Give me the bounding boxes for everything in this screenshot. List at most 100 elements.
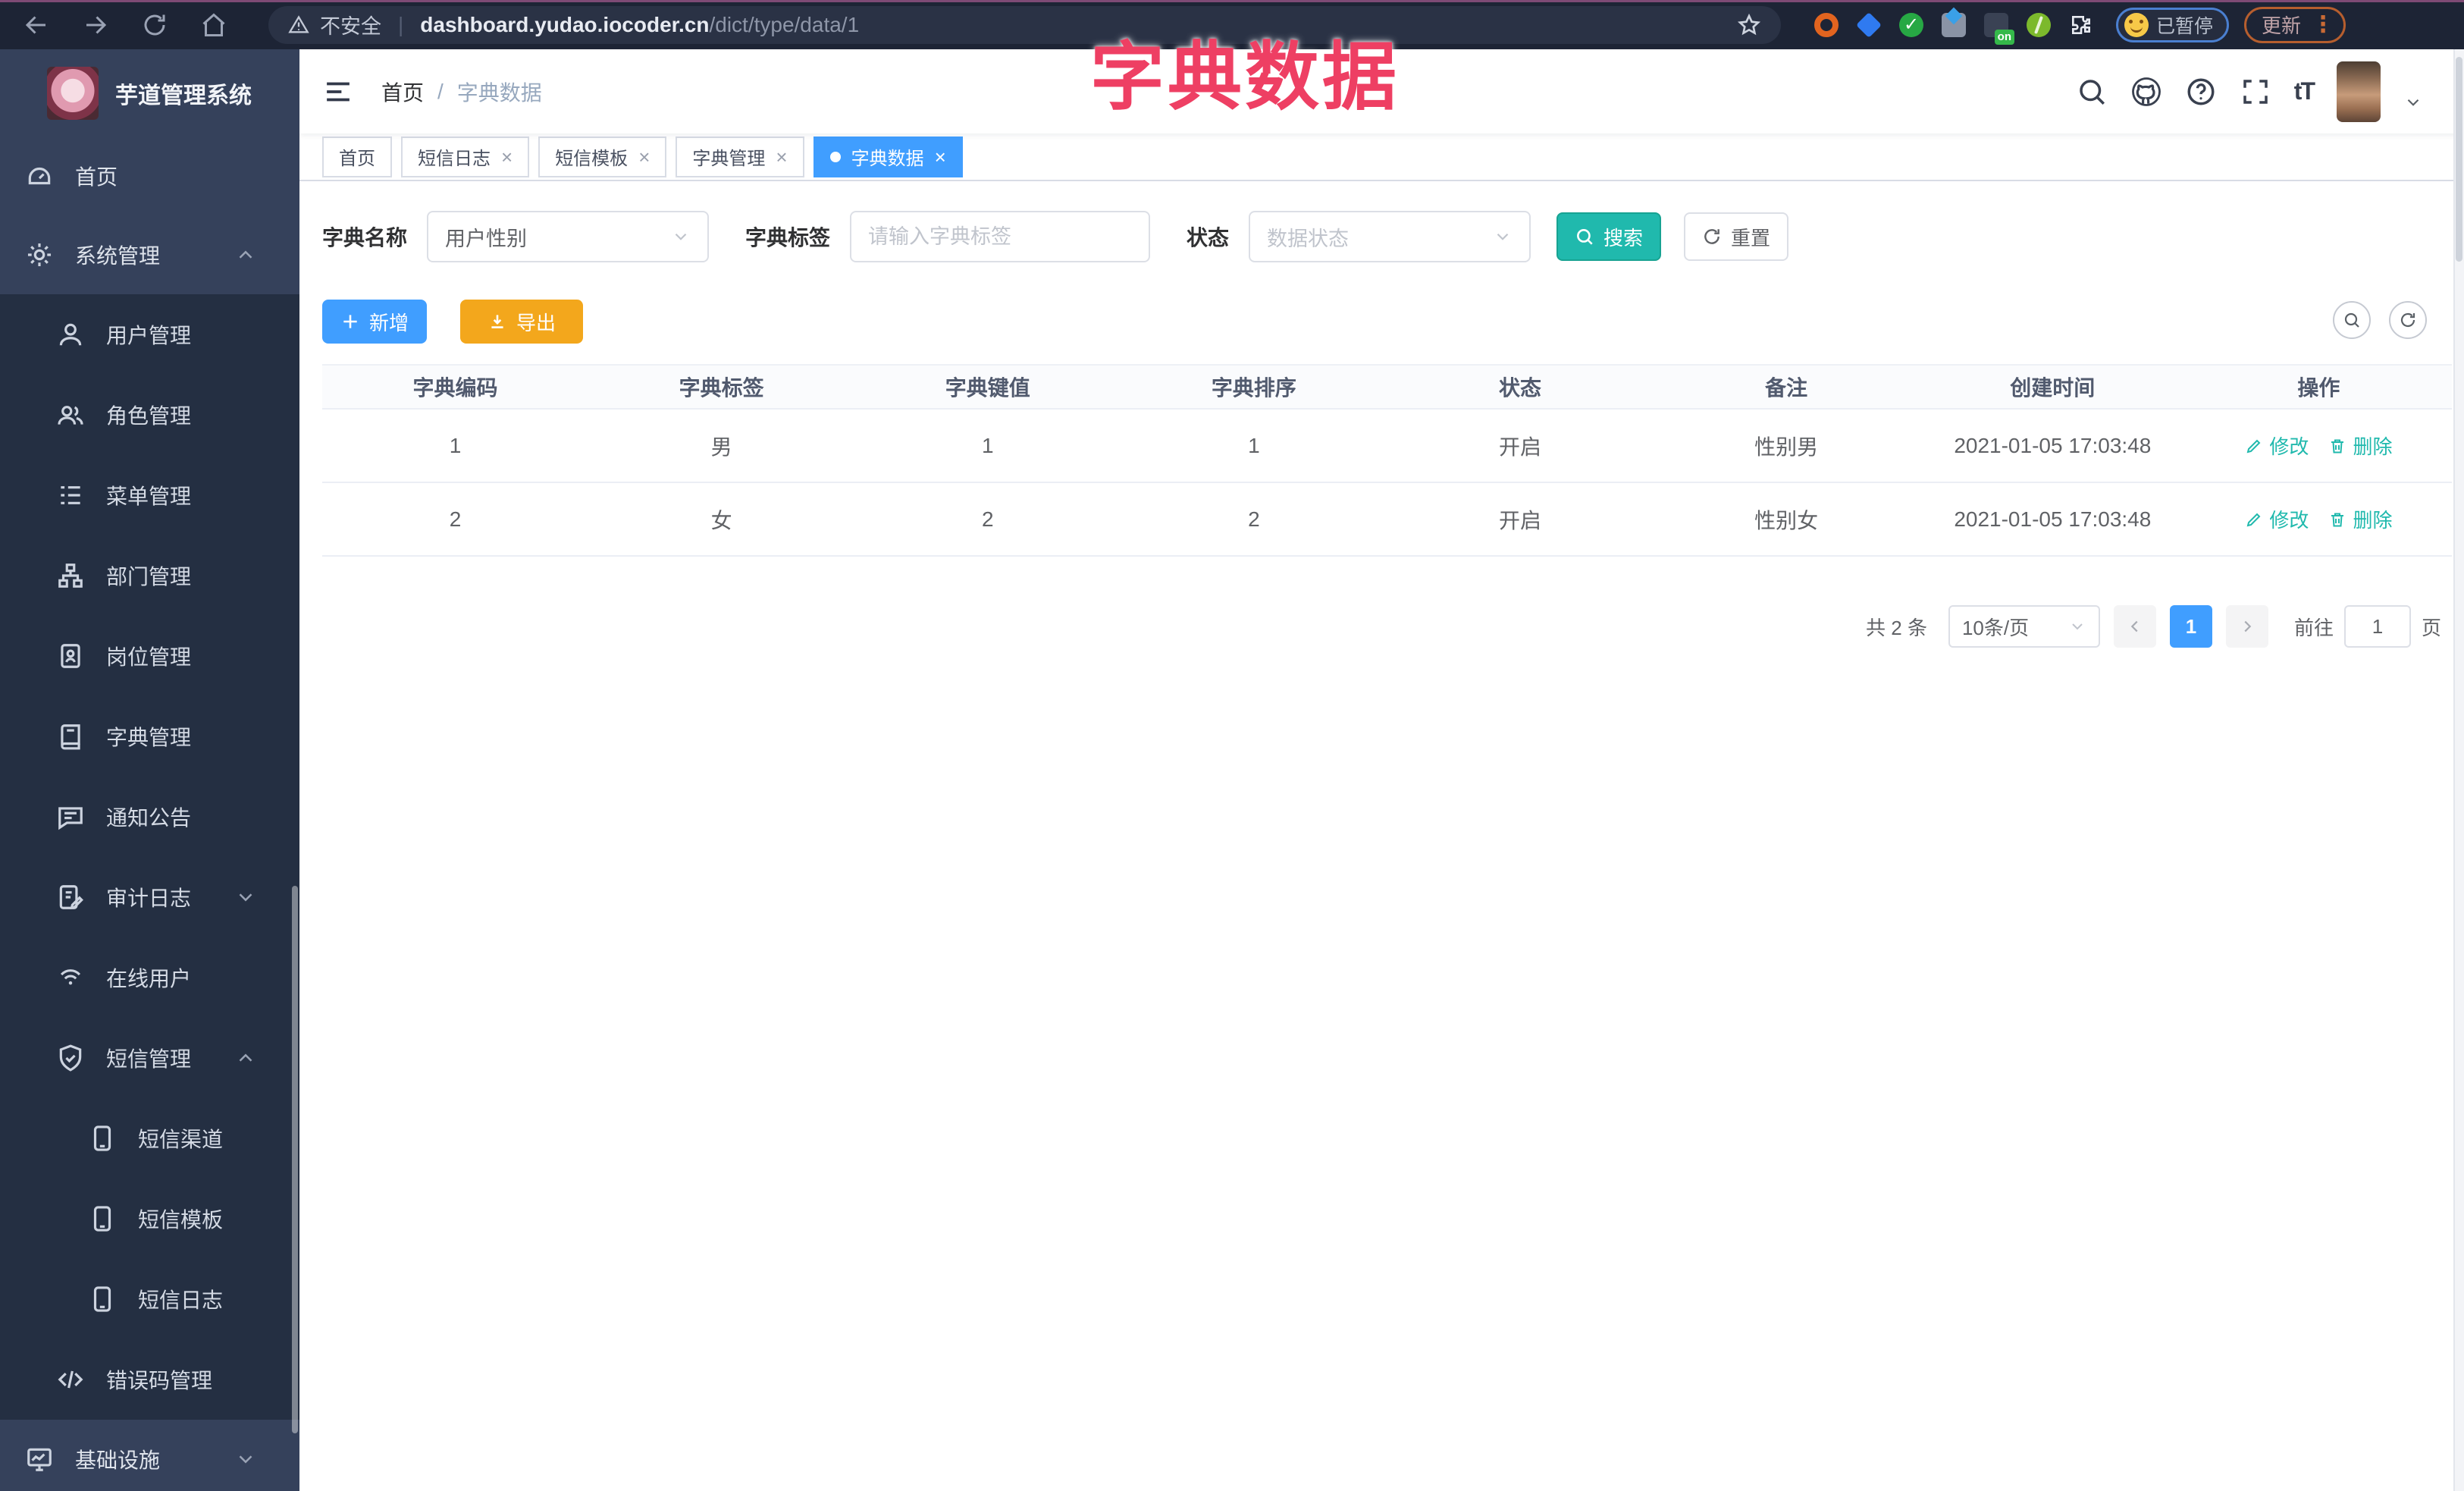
add-button[interactable]: 新增 xyxy=(322,300,427,344)
tab-sms-template[interactable]: 短信模板 × xyxy=(538,136,667,177)
prev-page-button[interactable] xyxy=(2113,605,2156,648)
edit-link[interactable]: 修改 xyxy=(2245,505,2309,533)
refresh-circle-icon[interactable] xyxy=(2389,301,2427,339)
page-size-select[interactable]: 10条/页 xyxy=(1948,605,2100,648)
sidebar-item-menus[interactable]: 菜单管理 xyxy=(0,455,299,535)
tab-close-icon[interactable]: × xyxy=(638,147,650,167)
url-host[interactable]: dashboard.yudao.iocoder.cn xyxy=(420,13,709,37)
tab-home[interactable]: 首页 xyxy=(322,136,392,177)
export-button[interactable]: 导出 xyxy=(460,300,583,344)
next-page-button[interactable] xyxy=(2225,605,2268,648)
status-label: 状态 xyxy=(1187,226,1230,250)
blue-gem-extension-icon[interactable] xyxy=(1856,11,1882,38)
sidebar-item-posts[interactable]: 岗位管理 xyxy=(0,616,299,696)
status-select[interactable]: 数据状态 xyxy=(1249,211,1531,262)
sidebar-item-sms[interactable]: 短信管理 xyxy=(0,1018,299,1098)
tab-dict-data[interactable]: 字典数据 × xyxy=(813,136,963,177)
goto-page-input[interactable] xyxy=(2343,605,2411,648)
sidebar-item-notice[interactable]: 通知公告 xyxy=(0,777,299,857)
orange-extension-icon[interactable] xyxy=(1814,12,1839,37)
help-icon[interactable] xyxy=(2185,76,2217,108)
breadcrumb-home[interactable]: 首页 xyxy=(381,77,424,107)
chevron-down-icon xyxy=(2068,617,2086,636)
window-scrollbar[interactable] xyxy=(2453,49,2464,1491)
hamburger-icon[interactable] xyxy=(322,76,354,108)
search-icon[interactable] xyxy=(2076,76,2108,108)
browser-update-button[interactable]: 更新 ⋮ xyxy=(2244,6,2346,43)
browser-menu-icon[interactable]: ⋮ xyxy=(2312,13,2334,36)
tab-close-icon[interactable]: × xyxy=(776,147,787,167)
dict-name-value: 用户性别 xyxy=(445,227,528,250)
col-header: 字典键值 xyxy=(945,376,1030,400)
tab-sms-log[interactable]: 短信日志 × xyxy=(401,136,530,177)
delete-link[interactable]: 删除 xyxy=(2328,505,2392,533)
dark-on-badge-extension-icon[interactable]: on xyxy=(1984,12,2014,45)
gear-icon xyxy=(25,240,54,269)
sidebar-item-departments[interactable]: 部门管理 xyxy=(0,535,299,616)
forward-icon[interactable] xyxy=(82,11,109,39)
search-circle-icon[interactable] xyxy=(2333,301,2371,339)
breadcrumb-current: 字典数据 xyxy=(456,80,542,105)
tags-view-bar: 首页 短信日志 × 短信模板 × 字典管理 × 字典数据 × xyxy=(299,133,2464,181)
col-header: 字典编码 xyxy=(412,376,498,400)
green-check-extension-icon[interactable]: ✓ xyxy=(1899,12,1923,37)
sidebar-item-system[interactable]: 系统管理 xyxy=(0,215,299,294)
sidebar-item-label: 短信管理 xyxy=(106,1047,192,1071)
search-button[interactable]: 搜索 xyxy=(1556,212,1662,261)
url-path[interactable]: /dict/type/data/1 xyxy=(709,13,859,37)
tab-dict-manage[interactable]: 字典管理 × xyxy=(676,136,804,177)
reset-button[interactable]: 重置 xyxy=(1684,212,1789,261)
font-size-icon[interactable]: tT xyxy=(2294,77,2315,105)
sidebar-logo-row[interactable]: 芋道管理系统 xyxy=(0,49,299,137)
address-bar[interactable]: 不安全 | dashboard.yudao.iocoder.cn /dict/t… xyxy=(268,5,1781,44)
reload-icon[interactable] xyxy=(141,11,168,39)
browser-profile-chip[interactable]: 已暂停 xyxy=(2116,7,2230,42)
sidebar-item-infra[interactable]: 基础设施 xyxy=(0,1420,299,1491)
col-header: 操作 xyxy=(2297,376,2340,400)
sidebar-item-audit-log[interactable]: 审计日志 xyxy=(0,857,299,937)
security-warning-icon[interactable] xyxy=(288,14,309,36)
sidebar-item-label: 用户管理 xyxy=(106,324,192,347)
github-icon[interactable] xyxy=(2130,76,2162,108)
sidebar: 芋道管理系统 首页 系统管理 用户管理 角色管理 菜单管理 部门管理 岗位管理 … xyxy=(0,49,299,1491)
scrollbar-thumb[interactable] xyxy=(2456,57,2462,262)
dict-tag-input[interactable] xyxy=(868,224,1133,249)
sidebar-item-users[interactable]: 用户管理 xyxy=(0,294,299,375)
sidebar-item-home[interactable]: 首页 xyxy=(0,137,299,215)
sidebar-item-error-codes[interactable]: 错误码管理 xyxy=(0,1339,299,1420)
puzzle-extensions-icon[interactable] xyxy=(2069,13,2093,37)
security-label[interactable]: 不安全 xyxy=(320,10,381,39)
app-title: 芋道管理系统 xyxy=(115,83,252,108)
phone-icon xyxy=(88,1204,117,1233)
export-button-label: 导出 xyxy=(516,311,556,334)
green-leaf-extension-icon[interactable] xyxy=(2027,12,2051,37)
fullscreen-icon[interactable] xyxy=(2240,76,2271,108)
tab-close-icon[interactable]: × xyxy=(501,147,513,167)
chevron-down-icon[interactable] xyxy=(2403,93,2423,112)
dict-name-select[interactable]: 用户性别 xyxy=(427,211,710,262)
edit-label: 修改 xyxy=(2269,509,2309,532)
gray-bars-extension-icon[interactable] xyxy=(1942,12,1966,37)
sidebar-item-online-users[interactable]: 在线用户 xyxy=(0,937,299,1018)
sidebar-item-sms-template[interactable]: 短信模板 xyxy=(0,1179,299,1259)
sidebar-item-sms-log[interactable]: 短信日志 xyxy=(0,1259,299,1339)
search-button-label: 搜索 xyxy=(1603,226,1644,250)
pagination: 共 2 条 10条/页 1 前往 页 xyxy=(1866,605,2441,648)
sidebar-item-dict[interactable]: 字典管理 xyxy=(0,696,299,777)
home-icon[interactable] xyxy=(200,11,227,39)
sidebar-item-sms-channel[interactable]: 短信渠道 xyxy=(0,1098,299,1179)
sidebar-scrollbar[interactable] xyxy=(292,885,298,1433)
phone-icon xyxy=(88,1285,117,1314)
sidebar-item-label: 短信渠道 xyxy=(138,1128,224,1151)
back-icon[interactable] xyxy=(23,11,50,39)
page-number-current[interactable]: 1 xyxy=(2169,605,2212,648)
bookmark-star-icon[interactable] xyxy=(1737,13,1761,37)
col-header: 字典标签 xyxy=(679,376,764,400)
overlay-annotation-title: 字典数据 xyxy=(1089,35,1400,118)
pagination-total: 共 2 条 xyxy=(1866,616,1927,639)
sidebar-item-roles[interactable]: 角色管理 xyxy=(0,375,299,455)
delete-link[interactable]: 删除 xyxy=(2328,432,2392,460)
avatar[interactable] xyxy=(2337,61,2381,122)
edit-link[interactable]: 修改 xyxy=(2245,432,2309,460)
tab-close-icon[interactable]: × xyxy=(935,147,946,167)
